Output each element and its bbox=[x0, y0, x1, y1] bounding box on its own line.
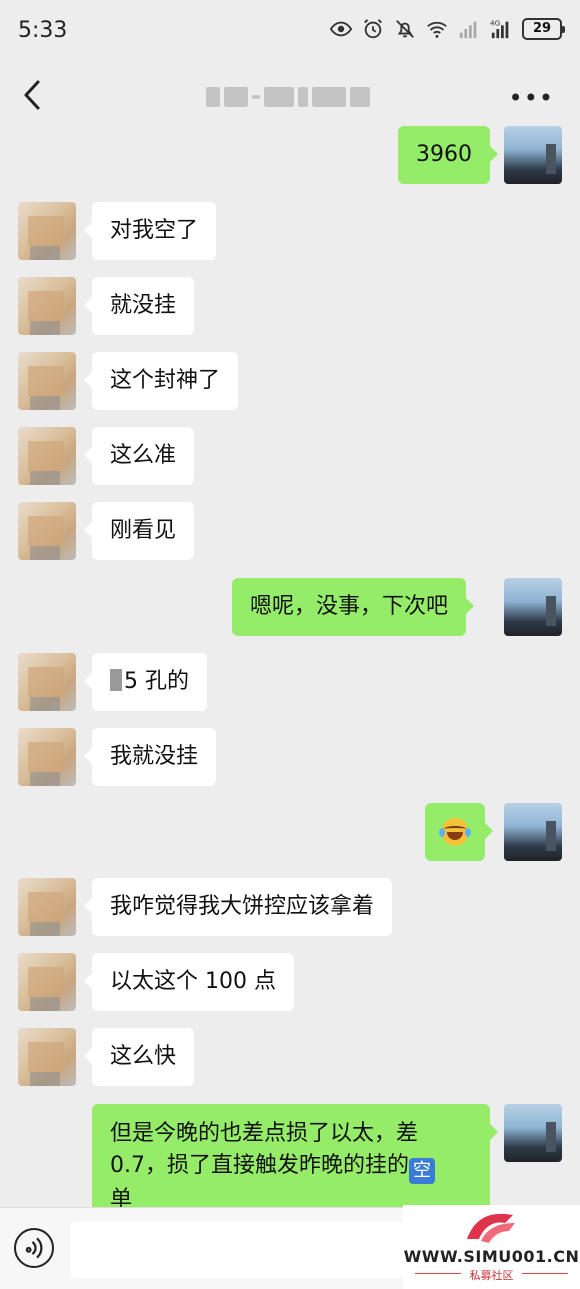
message-bubble-received[interactable]: 以太这个 100 点 bbox=[84, 953, 294, 1011]
avatar-contact[interactable] bbox=[18, 427, 76, 485]
avatar-contact[interactable] bbox=[18, 878, 76, 936]
status-bar: 5:33 4G 29 bbox=[0, 0, 580, 62]
simu-logo-icon bbox=[467, 1213, 515, 1243]
message-text: 这么快 bbox=[110, 1044, 177, 1069]
avatar-contact[interactable] bbox=[18, 502, 76, 560]
signal-icon bbox=[459, 21, 477, 39]
message-bubble-received[interactable]: 就没挂 bbox=[83, 277, 195, 335]
eye-icon bbox=[330, 21, 352, 37]
avatar-contact[interactable] bbox=[18, 277, 76, 335]
message-text: 刚看见 bbox=[110, 518, 177, 543]
message-text: 我咋觉得我大饼控应该拿着 bbox=[110, 894, 375, 919]
watermark-url: WWW.SIMU001.CN bbox=[403, 1247, 580, 1266]
watermark: WWW.SIMU001.CN 私募社区 bbox=[403, 1205, 580, 1289]
laughing-tears-emoji-icon bbox=[439, 818, 471, 846]
empty-emoji-icon: 空 bbox=[409, 1158, 435, 1184]
avatar-contact[interactable] bbox=[18, 653, 76, 711]
message-text: 就没挂 bbox=[110, 293, 177, 318]
message-bubble-received[interactable]: 这么快 bbox=[83, 1028, 195, 1086]
message-text: 5 孔的 bbox=[124, 669, 189, 694]
message-bubble-received[interactable]: 刚看见 bbox=[83, 502, 195, 560]
message-text: 但是今晚的也差点损了以太，差0.7，损了直接触发昨晚的挂的 bbox=[110, 1121, 419, 1178]
message-bubble-sent[interactable]: 3960 bbox=[398, 126, 498, 184]
message-bubble-received[interactable]: 对我空了 bbox=[83, 202, 217, 260]
message-bubble-received[interactable]: 5 孔的 bbox=[84, 653, 207, 711]
message-text: 这么准 bbox=[110, 443, 177, 468]
wifi-icon bbox=[427, 21, 447, 38]
alarm-icon bbox=[364, 19, 382, 39]
message-bubble-received[interactable]: 这个封神了 bbox=[83, 352, 239, 410]
network-label: 4G bbox=[490, 18, 501, 27]
watermark-subtitle: 私募社区 bbox=[469, 1269, 514, 1282]
voice-icon[interactable] bbox=[14, 1228, 54, 1268]
message-bubble-sent[interactable] bbox=[425, 803, 493, 861]
avatar-self[interactable] bbox=[504, 803, 562, 861]
battery-icon: 29 bbox=[522, 18, 565, 40]
message-text: 3960 bbox=[416, 142, 472, 167]
message-text: 我就没挂 bbox=[110, 744, 199, 769]
avatar-contact[interactable] bbox=[18, 352, 76, 410]
message-bubble-sent[interactable]: 嗯呢，没事，下次吧 bbox=[232, 578, 475, 636]
avatar-self[interactable] bbox=[504, 578, 562, 636]
avatar-contact[interactable] bbox=[18, 1028, 76, 1086]
more-options-button[interactable]: ••• bbox=[509, 84, 554, 112]
message-text: 这个封神了 bbox=[110, 368, 221, 393]
message-text: 对我空了 bbox=[110, 218, 199, 243]
message-bubble-received[interactable]: 我咋觉得我大饼控应该拿着 bbox=[83, 878, 393, 936]
redacted-text bbox=[110, 669, 122, 691]
avatar-contact[interactable] bbox=[18, 202, 76, 260]
message-bubble-received[interactable]: 我就没挂 bbox=[83, 728, 217, 786]
chat-title-redacted bbox=[206, 84, 374, 110]
watermark-divider bbox=[522, 1273, 568, 1274]
chat-header: ••• bbox=[0, 62, 580, 130]
mute-icon bbox=[396, 20, 414, 38]
avatar-self[interactable] bbox=[504, 1104, 562, 1162]
message-text: 嗯呢，没事，下次吧 bbox=[250, 594, 449, 619]
avatar-contact[interactable] bbox=[18, 728, 76, 786]
avatar-contact[interactable] bbox=[18, 953, 76, 1011]
avatar-self[interactable] bbox=[504, 126, 562, 184]
signal-4g-icon: 4G bbox=[490, 18, 509, 39]
message-bubble-received[interactable]: 这么准 bbox=[83, 427, 195, 485]
status-time: 5:33 bbox=[18, 18, 68, 43]
status-icons: 4G 29 bbox=[330, 18, 565, 40]
chevron-left-icon[interactable] bbox=[18, 78, 48, 112]
battery-level: 29 bbox=[532, 21, 552, 36]
message-text: 以太这个 100 点 bbox=[110, 969, 276, 994]
